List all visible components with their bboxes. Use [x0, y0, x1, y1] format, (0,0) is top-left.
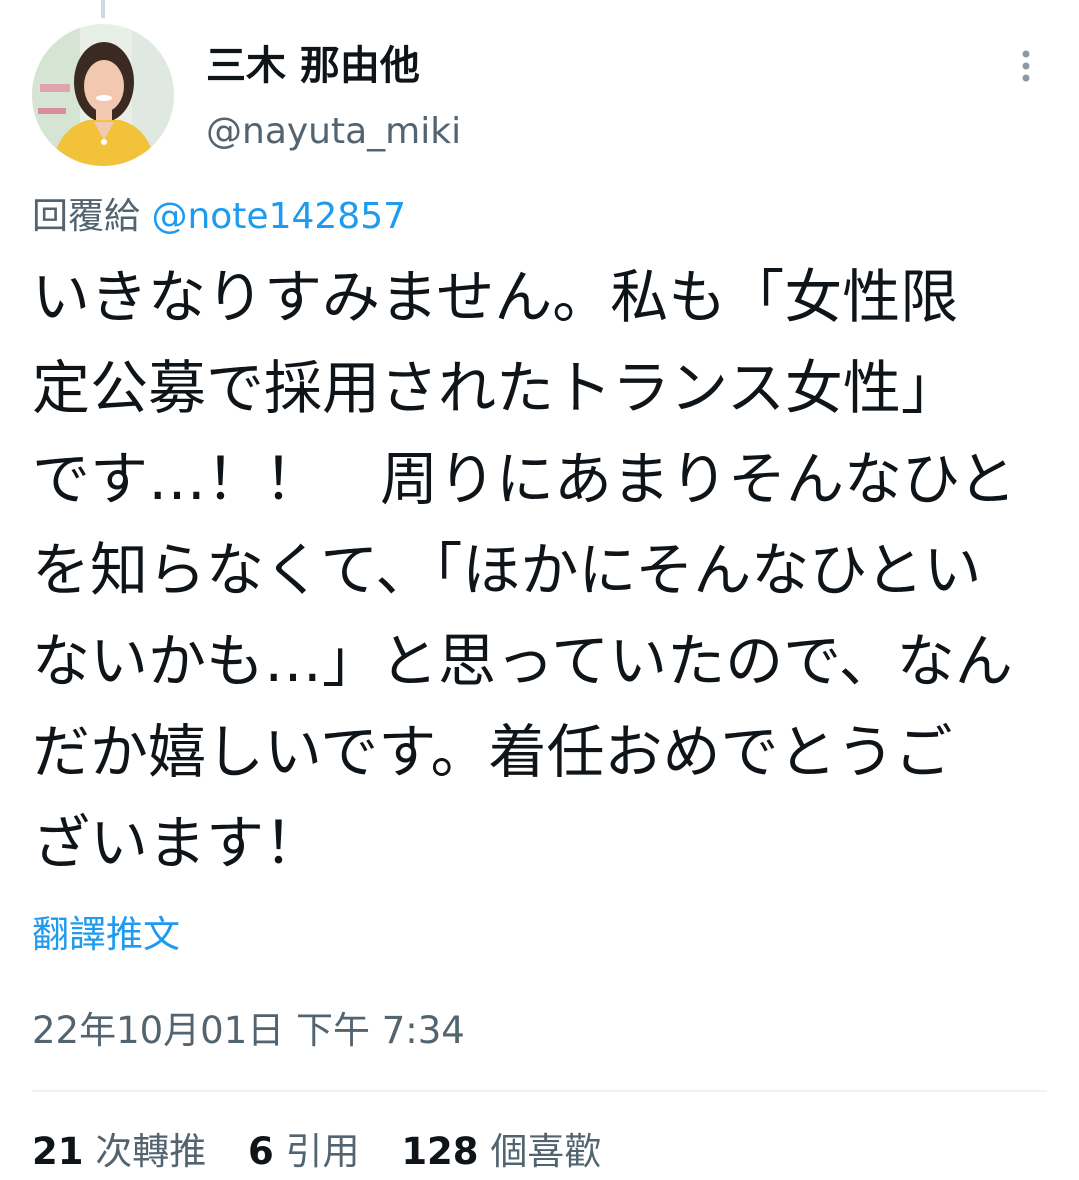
- reply-context: 回覆給 @note142857: [32, 192, 406, 242]
- tweet-text-line: だか嬉しいです。着任おめでとうご: [32, 718, 953, 786]
- likes-count: 128: [401, 1130, 479, 1173]
- retweets-label: 次轉推: [95, 1130, 207, 1173]
- tweet-text-line: ないかも…」と思っていたので、なん: [32, 627, 1013, 695]
- display-name[interactable]: 三木 那由他: [206, 40, 420, 92]
- tweet-text-line: ざいます！: [32, 809, 323, 877]
- tweet-text-line: を知らなくて、「ほかにそんなひとい: [32, 536, 982, 604]
- avatar[interactable]: [32, 24, 174, 166]
- retweets-count: 21: [32, 1130, 84, 1173]
- avatar-photo-icon: [32, 24, 174, 166]
- reply-prefix: 回覆給: [32, 196, 141, 237]
- quotes-stat[interactable]: 6 引用: [248, 1126, 360, 1178]
- tweet-text-line: 定公募で採用されたトランス女性」: [32, 354, 959, 422]
- quotes-count: 6: [248, 1130, 274, 1173]
- likes-label: 個喜歡: [490, 1130, 602, 1173]
- translate-tweet-link[interactable]: 翻譯推文: [32, 910, 180, 960]
- tweet-text-line: です…！！ 周りにあまりそんなひと: [32, 445, 1017, 513]
- quotes-label: 引用: [285, 1130, 360, 1173]
- thread-connector-line: [101, 0, 105, 18]
- more-vertical-icon[interactable]: [1008, 44, 1044, 88]
- divider: [32, 1090, 1047, 1092]
- user-handle[interactable]: @nayuta_miki: [206, 108, 461, 156]
- tweet-text-line: いきなりすみません。私も「女性限: [32, 263, 959, 331]
- tweet-timestamp[interactable]: 22年10月01日 下午 7:34: [32, 1006, 465, 1056]
- retweets-stat[interactable]: 21 次轉推: [32, 1126, 206, 1178]
- reply-mention-link[interactable]: @note142857: [151, 196, 406, 237]
- tweet-text: いきなりすみません。私も「女性限 定公募で採用されたトランス女性」 です…！！ …: [32, 252, 1052, 889]
- likes-stat[interactable]: 128 個喜歡: [401, 1126, 601, 1178]
- tweet-stats: 21 次轉推 6 引用 128 個喜歡: [32, 1126, 631, 1178]
